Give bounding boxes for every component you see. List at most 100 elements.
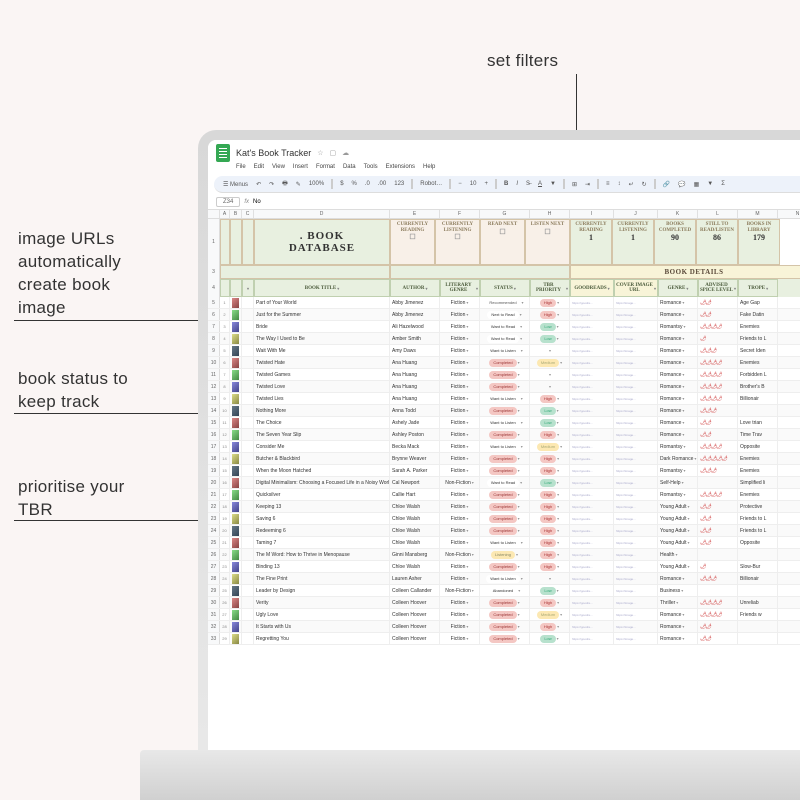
table-row[interactable]: 13 9 Twisted Lies Ana Huang Fiction▾ Wan… <box>208 393 800 405</box>
menu-format[interactable]: Format <box>316 164 335 170</box>
redo-icon[interactable]: ↷ <box>268 181 275 188</box>
functions-icon[interactable]: Σ <box>720 181 726 187</box>
wrap-icon[interactable]: ↵ <box>628 181 635 188</box>
book-cover-thumb <box>232 550 239 560</box>
table-row[interactable]: 5 1 Part of Your World Abby Jimenez Fict… <box>208 297 800 309</box>
fontsize-dec[interactable]: − <box>457 181 463 187</box>
table-row[interactable]: 16 12 The Seven Year Slip Ashley Poston … <box>208 429 800 441</box>
fillcolor-icon[interactable]: ▼ <box>549 181 557 187</box>
book-subgenre: Thriller▾ <box>658 597 698 608</box>
formula-input[interactable]: No <box>253 199 261 205</box>
trope: Friends to L <box>738 513 778 524</box>
format-123-icon[interactable]: 123 <box>393 181 405 187</box>
table-row[interactable]: 24 20 Redeeming 6 Chloe Walsh Fiction▾ C… <box>208 525 800 537</box>
table-row[interactable]: 22 18 Keeping 13 Chloe Walsh Fiction▾ Co… <box>208 501 800 513</box>
spice-level: 🌶🌶 <box>698 309 738 320</box>
menu-extensions[interactable]: Extensions <box>386 164 415 170</box>
italic-icon[interactable]: I <box>515 181 519 187</box>
undo-icon[interactable]: ↶ <box>255 181 262 188</box>
table-row[interactable]: 17 13 Consider Me Becka Mack Fiction▾ Wa… <box>208 441 800 453</box>
table-row[interactable]: 12 8 Twisted Love Ana Huang Fiction▾ Com… <box>208 381 800 393</box>
table-row[interactable]: 32 28 It Starts with Us Colleen Hoover F… <box>208 621 800 633</box>
menu-icon[interactable]: ☰ Menus <box>222 181 249 188</box>
table-row[interactable]: 21 17 Quicksilver Callie Hart Fiction▾ C… <box>208 489 800 501</box>
cloud-icon[interactable]: ☁ <box>342 149 349 157</box>
zoom-select[interactable]: 100% <box>308 181 325 187</box>
book-priority: Medium▾ <box>530 609 570 620</box>
table-row[interactable]: 18 14 Butcher & Blackbird Brynne Weaver … <box>208 453 800 465</box>
table-row[interactable]: 31 27 Ugly Love Colleen Hoover Fiction▾ … <box>208 609 800 621</box>
comment-icon[interactable]: 💬 <box>677 181 686 188</box>
menu-insert[interactable]: Insert <box>293 164 308 170</box>
menu-edit[interactable]: Edit <box>254 164 264 170</box>
table-row[interactable]: 14 10 Nothing More Anna Todd Fiction▾ Co… <box>208 405 800 417</box>
book-priority: Low▾ <box>530 321 570 332</box>
chart-icon[interactable]: ▦ <box>693 181 701 188</box>
book-author: Callie Hart <box>390 489 440 500</box>
decimal-inc-icon[interactable]: .00 <box>377 181 387 187</box>
book-author: Amy Daws <box>390 345 440 356</box>
filter-toggle-icon[interactable]: ▾ <box>337 286 339 291</box>
stat-filter[interactable]: CURRENTLY READING☐ <box>390 219 435 265</box>
bold-icon[interactable]: B <box>503 181 509 187</box>
table-row[interactable]: 15 11 The Choice Ashely Jade Fiction▾ Wa… <box>208 417 800 429</box>
book-title: The Fine Print <box>254 573 390 584</box>
fontsize-input[interactable]: 10 <box>469 181 478 187</box>
menu-file[interactable]: File <box>236 164 246 170</box>
link-icon[interactable]: 🔗 <box>662 181 671 188</box>
spreadsheet[interactable]: A B C D E F G H I J K L M N 1 . BOOK DAT… <box>208 210 800 645</box>
menu-data[interactable]: Data <box>343 164 356 170</box>
filter-icon[interactable]: ▼ <box>706 181 714 187</box>
table-row[interactable]: 19 15 When the Moon Hatched Sarah A. Par… <box>208 465 800 477</box>
table-row[interactable]: 30 26 Verity Colleen Hoover Fiction▾ Com… <box>208 597 800 609</box>
spice-level: 🌶🌶🌶🌶 <box>698 357 738 368</box>
table-row[interactable]: 9 5 Wait With Me Amy Daws Fiction▾ Want … <box>208 345 800 357</box>
borders-icon[interactable]: ⊞ <box>571 181 578 188</box>
print-icon[interactable]: 🖶 <box>281 179 289 189</box>
font-select[interactable]: Robot… <box>419 181 443 187</box>
table-row[interactable]: 8 4 The Way I Used to Be Amber Smith Fic… <box>208 333 800 345</box>
textcolor-icon[interactable]: A <box>537 181 543 187</box>
book-status: Completed▾ <box>480 633 530 644</box>
table-row[interactable]: 23 19 Saving 6 Chloe Walsh Fiction▾ Comp… <box>208 513 800 525</box>
table-row[interactable]: 6 2 Just for the Summer Abby Jimenez Fic… <box>208 309 800 321</box>
menu-tools[interactable]: Tools <box>364 164 378 170</box>
table-row[interactable]: 26 22 The M Word: How to Thrive in Menop… <box>208 549 800 561</box>
book-subgenre: Romance▾ <box>658 309 698 320</box>
stat-filter[interactable]: LISTEN NEXT☐ <box>525 219 570 265</box>
rotate-icon[interactable]: ↻ <box>641 181 648 188</box>
menu-help[interactable]: Help <box>423 164 435 170</box>
percent-icon[interactable]: % <box>351 181 358 187</box>
halign-icon[interactable]: ≡ <box>605 181 611 187</box>
star-icon[interactable]: ☆ <box>317 149 323 157</box>
table-row[interactable]: 7 3 Bride Ali Hazelwood Fiction▾ Want to… <box>208 321 800 333</box>
decimal-dec-icon[interactable]: .0 <box>364 181 371 187</box>
folder-icon[interactable]: ▢ <box>330 149 337 157</box>
trope: Enemies <box>738 489 778 500</box>
strike-icon[interactable]: S̶ <box>525 181 531 187</box>
table-row[interactable]: 28 24 The Fine Print Lauren Asher Fictio… <box>208 573 800 585</box>
stat-filter[interactable]: READ NEXT☐ <box>480 219 525 265</box>
table-row[interactable]: 29 25 Leader by Design Colleen Callander… <box>208 585 800 597</box>
doc-title[interactable]: Kat's Book Tracker <box>236 148 311 158</box>
table-row[interactable]: 33 29 Regretting You Colleen Hoover Fict… <box>208 633 800 645</box>
filter-toggle-icon[interactable]: ▾ <box>247 286 249 291</box>
table-row[interactable]: 11 7 Twisted Games Ana Huang Fiction▾ Co… <box>208 369 800 381</box>
menu-view[interactable]: View <box>272 164 285 170</box>
table-row[interactable]: 27 23 Binding 13 Chloe Walsh Fiction▾ Co… <box>208 561 800 573</box>
table-row[interactable]: 25 21 Taming 7 Chloe Walsh Fiction▾ Want… <box>208 537 800 549</box>
goodreads-url: https://goodre… <box>570 333 614 344</box>
sheets-icon <box>216 144 230 162</box>
table-row[interactable]: 10 6 Twisted Hate Ana Huang Fiction▾ Com… <box>208 357 800 369</box>
table-row[interactable]: 20 16 Digital Minimalism: Choosing a Foc… <box>208 477 800 489</box>
stat-filter[interactable]: CURRENTLY LISTENING☐ <box>435 219 480 265</box>
merge-icon[interactable]: ⇥ <box>584 181 591 188</box>
fontsize-inc[interactable]: + <box>483 181 489 187</box>
book-genre: Fiction▾ <box>440 393 480 404</box>
header-row: 1 . BOOK DATABASE CURRENTLY READING☐CURR… <box>208 219 800 265</box>
valign-icon[interactable]: ↕ <box>617 181 622 187</box>
paint-icon[interactable]: ✎ <box>295 181 302 188</box>
trope: Secret Iden <box>738 345 778 356</box>
name-box[interactable]: Z34 <box>216 197 240 207</box>
currency-icon[interactable]: $ <box>339 181 344 187</box>
